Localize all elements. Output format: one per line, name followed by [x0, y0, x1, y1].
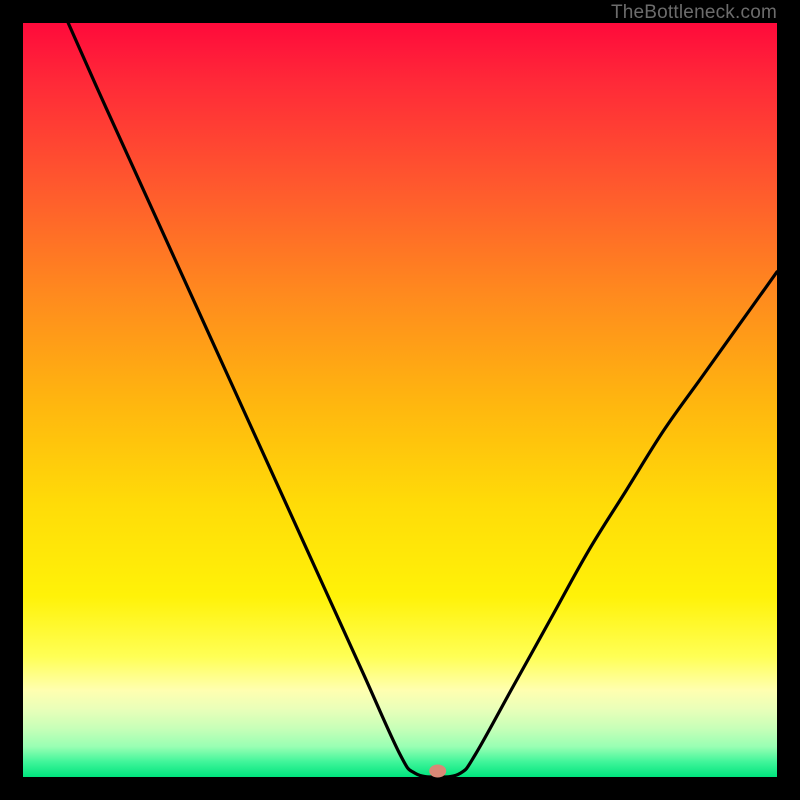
chart-frame: TheBottleneck.com: [0, 0, 800, 800]
watermark-text: TheBottleneck.com: [611, 2, 777, 24]
optimal-marker: [429, 765, 446, 778]
bottleneck-curve: [68, 23, 777, 777]
chart-svg: [23, 23, 777, 777]
